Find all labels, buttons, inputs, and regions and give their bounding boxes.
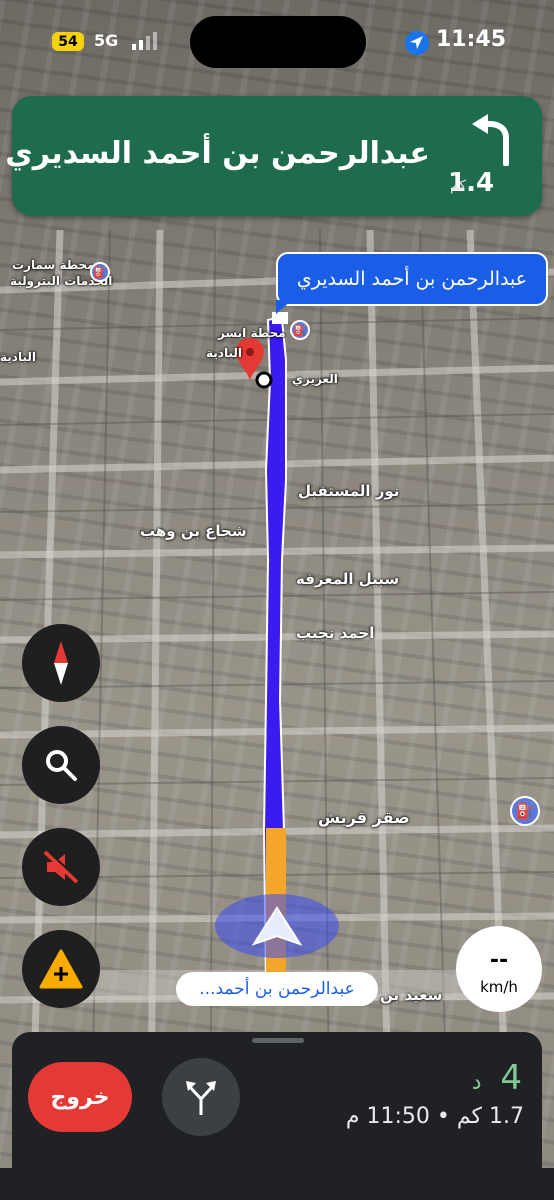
search-icon xyxy=(46,750,77,781)
speed-value: -- xyxy=(489,948,509,973)
street-label: العزيزي xyxy=(292,372,338,386)
exit-navigation-button[interactable]: خروج xyxy=(28,1062,132,1132)
alternate-routes-button[interactable] xyxy=(162,1058,240,1136)
volume-muted-icon xyxy=(43,850,79,884)
panel-handle[interactable] xyxy=(252,1038,304,1043)
search-button[interactable] xyxy=(22,726,100,804)
eta-duration-value: 4 xyxy=(500,1058,522,1098)
street-label: سبيل المعرفه xyxy=(296,570,400,588)
compass-icon xyxy=(54,641,68,685)
speedometer[interactable]: -- km/h xyxy=(456,926,542,1012)
trip-summary: 1.7 كم • 11:50 م xyxy=(345,1104,524,1129)
eta-duration-unit: د xyxy=(471,1070,482,1095)
dynamic-island xyxy=(190,16,366,68)
status-time: 11:45 xyxy=(436,27,507,52)
street-label: شجاع بن وهب xyxy=(140,522,247,540)
battery-indicator: 54 xyxy=(52,32,84,51)
gas-station-icon[interactable]: ⛽ xyxy=(290,320,310,340)
mute-button[interactable] xyxy=(22,828,100,906)
next-street-name: عبدالرحمن بن أحمد السديري xyxy=(5,136,430,171)
street-label: البادية xyxy=(206,346,242,360)
callout-tail xyxy=(276,300,292,314)
street-label: البادية xyxy=(0,350,36,364)
poi-label: محطة سمارت xyxy=(12,258,95,272)
speed-unit: km/h xyxy=(480,978,518,996)
signal-icon xyxy=(132,32,157,50)
route-street-callout[interactable]: عبدالرحمن بن أحمد السديري xyxy=(276,252,548,306)
street-label: صقر قريش xyxy=(318,808,410,827)
street-label: احمد نجيب xyxy=(296,624,375,642)
eta-duration: 4 د xyxy=(472,1058,522,1098)
distance-unit: كم xyxy=(450,178,466,194)
alt-routes-icon xyxy=(186,1081,216,1115)
compass-button[interactable] xyxy=(22,624,100,702)
street-label: سعيد بن xyxy=(380,986,443,1004)
turn-left-arrow-icon xyxy=(472,114,509,166)
status-bar: 54 5G 11:45 xyxy=(0,0,554,80)
gas-station-icon[interactable]: ⛽ xyxy=(90,262,110,282)
poi-label: محطة ابسر xyxy=(218,326,286,340)
street-label: نور المستقبل xyxy=(298,482,400,500)
location-arrow-icon xyxy=(405,31,429,55)
current-road-chip: عبدالرحمن بن أحمد... xyxy=(176,972,378,1006)
gas-station-icon[interactable]: ⛽ xyxy=(510,796,540,826)
home-indicator-area xyxy=(0,1168,554,1200)
navigation-banner[interactable]: عبدالرحمن بن أحمد السديري xyxy=(5,96,542,216)
network-type: 5G xyxy=(94,31,119,50)
report-incident-button[interactable] xyxy=(22,930,100,1008)
report-incident-icon xyxy=(39,949,83,989)
